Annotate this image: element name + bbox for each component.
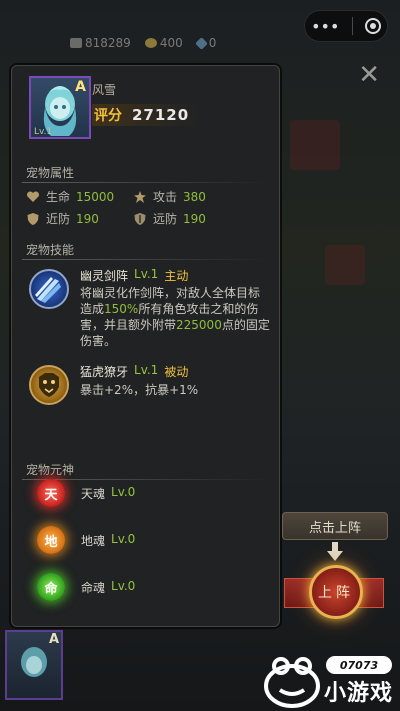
pet-slot-card[interactable]: A xyxy=(5,630,63,700)
attr-ranged-defense: 远防 190 xyxy=(133,210,206,227)
attr-melee-defense: 近防 190 xyxy=(26,210,99,227)
mascot-logo-icon xyxy=(264,657,320,708)
skill-glyph-icon xyxy=(39,373,59,397)
life-soul-label: 命魂 Lv.0 xyxy=(81,579,136,595)
earth-soul-icon[interactable]: 地 xyxy=(37,526,65,554)
tiger-fang-icon[interactable] xyxy=(29,365,69,405)
ranged-defense-icon xyxy=(134,212,146,225)
skill-2-header: 猛虎獠牙 Lv.1 被动 xyxy=(80,363,188,380)
watermark-text: 小游戏 xyxy=(324,681,394,706)
skill-1-description: 将幽灵化作剑阵，对敌人全体目标造成150%所有角色攻击之和的伤害，并且额外附带2… xyxy=(80,286,270,348)
close-icon[interactable]: ✕ xyxy=(358,62,380,88)
skill-1-type: 主动 xyxy=(164,269,189,283)
game-screen: 818289 400 0 ••• ✕ A Lv.1 风雪 评分 27120 宠物… xyxy=(0,0,400,711)
heaven-soul-label: 天魂 Lv.0 xyxy=(81,485,136,501)
pet-grade: A xyxy=(75,79,86,95)
skill-glyph-icon xyxy=(35,277,61,303)
section-divider xyxy=(22,259,271,260)
earth-soul-label: 地魂 Lv.0 xyxy=(81,532,136,548)
watermark-badge: 07073 xyxy=(326,656,392,674)
deploy-hint: 点击上阵 xyxy=(282,512,388,540)
life-soul-icon[interactable]: 命 xyxy=(37,573,65,601)
capsule-divider xyxy=(351,17,353,35)
background-decoration xyxy=(290,120,340,170)
skill-2-type: 被动 xyxy=(164,365,189,379)
pet-info-panel: A Lv.1 风雪 评分 27120 宠物属性 生命 15000 攻击 380 … xyxy=(11,65,280,627)
pet-name: 风雪 xyxy=(92,83,117,97)
mini-program-capsule: ••• xyxy=(304,10,388,42)
melee-defense-icon xyxy=(27,212,39,225)
more-menu-icon[interactable]: ••• xyxy=(311,17,339,36)
score-value: 27120 xyxy=(132,106,190,124)
souls-title: 宠物元神 xyxy=(26,463,75,477)
heart-icon xyxy=(26,190,40,202)
gold-resource: 400 xyxy=(144,36,183,50)
attr-attack: 攻击 380 xyxy=(133,188,206,205)
section-divider xyxy=(22,182,271,183)
score-label: 评分 xyxy=(94,108,122,124)
sword-formation-icon[interactable] xyxy=(29,269,69,309)
skill-2-name: 猛虎獠牙 xyxy=(80,365,129,379)
heaven-soul-icon[interactable]: 天 xyxy=(37,479,65,507)
close-mini-program-icon[interactable] xyxy=(364,18,381,34)
pet-level-badge: Lv.1 xyxy=(34,127,53,137)
diamond-resource: 0 xyxy=(194,36,216,50)
skill-1-level: Lv.1 xyxy=(134,267,159,281)
attributes-title: 宠物属性 xyxy=(26,166,75,180)
attr-hp: 生命 15000 xyxy=(26,188,114,205)
skill-2-description: 暴击+2%，抗暴+1% xyxy=(80,383,199,397)
skill-2-level: Lv.1 xyxy=(134,363,159,377)
attack-icon xyxy=(134,190,146,203)
silver-resource: 818289 xyxy=(70,36,131,50)
skill-1-header: 幽灵剑阵 Lv.1 主动 xyxy=(80,267,188,284)
score-row: 评分 27120 xyxy=(92,104,202,126)
pet-portrait: A Lv.1 xyxy=(29,76,91,139)
skill-1-name: 幽灵剑阵 xyxy=(80,269,129,283)
skills-title: 宠物技能 xyxy=(26,243,75,257)
deploy-button[interactable]: 上阵 xyxy=(309,565,363,619)
diamond-icon xyxy=(194,36,208,50)
site-watermark: 07073 小游戏 xyxy=(262,656,398,708)
pet-slot-grade: A xyxy=(48,632,59,647)
silver-coin-icon xyxy=(70,38,82,48)
arrow-down-icon xyxy=(327,542,343,561)
section-divider xyxy=(22,479,271,480)
gold-ingot-icon xyxy=(144,38,157,48)
background-decoration xyxy=(325,245,365,285)
